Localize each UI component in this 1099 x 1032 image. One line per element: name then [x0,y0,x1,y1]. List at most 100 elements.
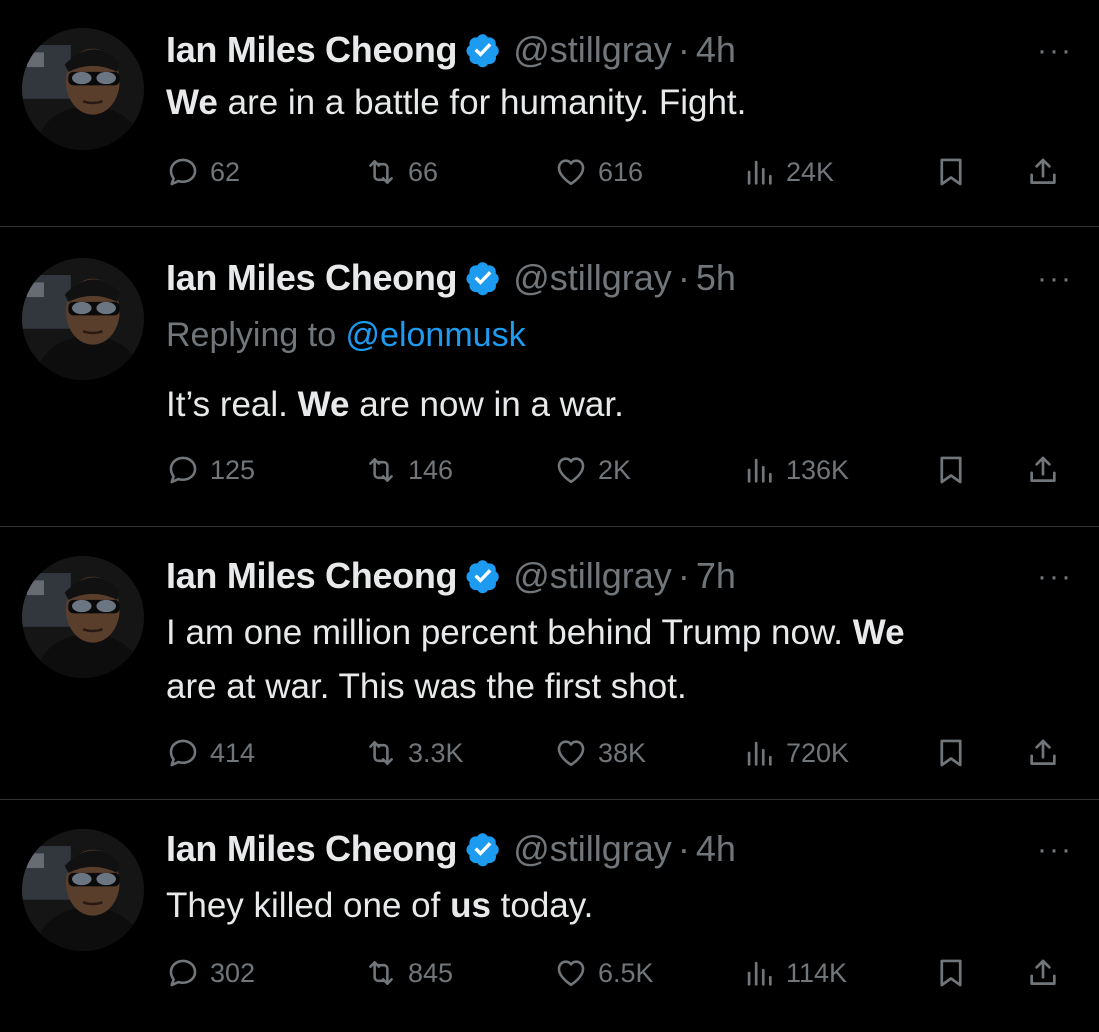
text-span: are in a battle for humanity. Fight. [217,83,747,122]
retweet-icon [364,736,398,770]
bookmark-button[interactable] [934,450,968,490]
views-button[interactable]: 24K [742,152,834,192]
retweet-icon [364,956,398,990]
tweet-text: They killed one of us today. [166,879,593,933]
retweet-button[interactable]: 146 [364,450,453,490]
text-span: are now in a war. [349,385,624,424]
share-icon [1026,155,1060,189]
retweet-count: 845 [408,957,454,988]
tweet-actions: 414 3.3K 38K 720K [166,733,1073,773]
reply-icon [166,453,200,487]
tweet[interactable]: Ian Miles Cheong @stillgray · 4h ··· We … [0,0,1099,227]
reply-count: 414 [210,737,256,768]
tweet-text: It’s real. We are now in a war. [166,378,624,432]
timestamp[interactable]: 5h [696,257,736,299]
share-button[interactable] [1026,953,1060,993]
bookmark-button[interactable] [934,953,968,993]
separator: · [677,29,690,70]
author-handle[interactable]: @stillgray [513,555,672,597]
views-button[interactable]: 136K [742,450,849,490]
avatar[interactable] [22,258,144,380]
retweet-count: 3.3K [408,737,464,768]
tweet[interactable]: Ian Miles Cheong @stillgray · 7h ··· I a… [0,528,1099,800]
reply-icon [166,736,200,770]
verified-badge-icon [465,558,501,594]
author-name[interactable]: Ian Miles Cheong [166,29,458,71]
text-bold: We [166,83,218,122]
view-count: 24K [786,156,835,187]
share-icon [1026,736,1060,770]
like-count: 616 [598,156,644,187]
reply-button[interactable]: 302 [166,953,255,993]
retweet-count: 66 [408,156,439,187]
share-icon [1026,453,1060,487]
more-options-icon[interactable]: ··· [1037,560,1073,594]
tweet-header: Ian Miles Cheong @stillgray · 5h [166,254,736,302]
like-button[interactable]: 6.5K [554,953,654,993]
tweet[interactable]: Ian Miles Cheong @stillgray · 5h ··· Rep… [0,228,1099,527]
more-options-icon[interactable]: ··· [1037,262,1073,296]
share-button[interactable] [1026,733,1060,773]
tweet-actions: 302 845 6.5K 114K [166,953,1073,993]
avatar[interactable] [22,829,144,951]
reply-button[interactable]: 62 [166,152,240,192]
bookmark-icon [934,956,968,990]
timestamp[interactable]: 7h [696,555,736,597]
view-count: 114K [786,957,848,988]
author-name[interactable]: Ian Miles Cheong [166,257,458,299]
verified-badge-icon [465,32,501,68]
author-handle[interactable]: @stillgray [513,29,672,71]
bookmark-icon [934,155,968,189]
tweet-text: We are in a battle for humanity. Fight. [166,76,746,130]
timestamp[interactable]: 4h [696,828,736,870]
retweet-icon [364,453,398,487]
reply-icon [166,956,200,990]
text-bold: We [852,613,905,652]
tweet-actions: 62 66 616 24K [166,152,1073,192]
timestamp[interactable]: 4h [696,29,736,71]
tweet[interactable]: Ian Miles Cheong @stillgray · 4h ··· The… [0,801,1099,1032]
more-options-icon[interactable]: ··· [1037,833,1073,867]
views-icon [742,155,776,189]
author-handle[interactable]: @stillgray [513,257,672,299]
separator: · [677,257,690,298]
retweet-button[interactable]: 3.3K [364,733,464,773]
avatar[interactable] [22,556,144,678]
tweet-text: I am one million percent behind Trump no… [166,606,905,714]
bookmark-button[interactable] [934,733,968,773]
views-icon [742,453,776,487]
bookmark-icon [934,736,968,770]
mention-link[interactable]: @elonmusk [346,316,526,354]
retweet-button[interactable]: 845 [364,953,453,993]
share-icon [1026,956,1060,990]
author-name[interactable]: Ian Miles Cheong [166,828,458,870]
bookmark-icon [934,453,968,487]
retweet-count: 146 [408,454,454,485]
retweet-button[interactable]: 66 [364,152,438,192]
avatar[interactable] [22,28,144,150]
tweet-actions: 125 146 2K 136K [166,450,1073,490]
share-button[interactable] [1026,152,1060,192]
like-button[interactable]: 2K [554,450,631,490]
reply-button[interactable]: 414 [166,733,255,773]
separator: · [677,555,690,596]
like-button[interactable]: 38K [554,733,646,773]
text-span: are at war. This was the first shot. [166,667,687,706]
bookmark-button[interactable] [934,152,968,192]
tweet-header: Ian Miles Cheong @stillgray · 4h [166,26,736,74]
reply-button[interactable]: 125 [166,450,255,490]
heart-icon [554,155,588,189]
more-options-icon[interactable]: ··· [1037,34,1073,68]
tweet-header: Ian Miles Cheong @stillgray · 7h [166,552,736,600]
like-button[interactable]: 616 [554,152,643,192]
views-button[interactable]: 720K [742,733,849,773]
views-icon [742,736,776,770]
author-name[interactable]: Ian Miles Cheong [166,555,458,597]
views-button[interactable]: 114K [742,953,847,993]
reply-icon [166,155,200,189]
reply-count: 125 [210,454,256,485]
share-button[interactable] [1026,450,1060,490]
replying-to: Replying to @elonmusk [166,316,526,355]
author-handle[interactable]: @stillgray [513,828,672,870]
reply-prefix: Replying to [166,316,346,354]
